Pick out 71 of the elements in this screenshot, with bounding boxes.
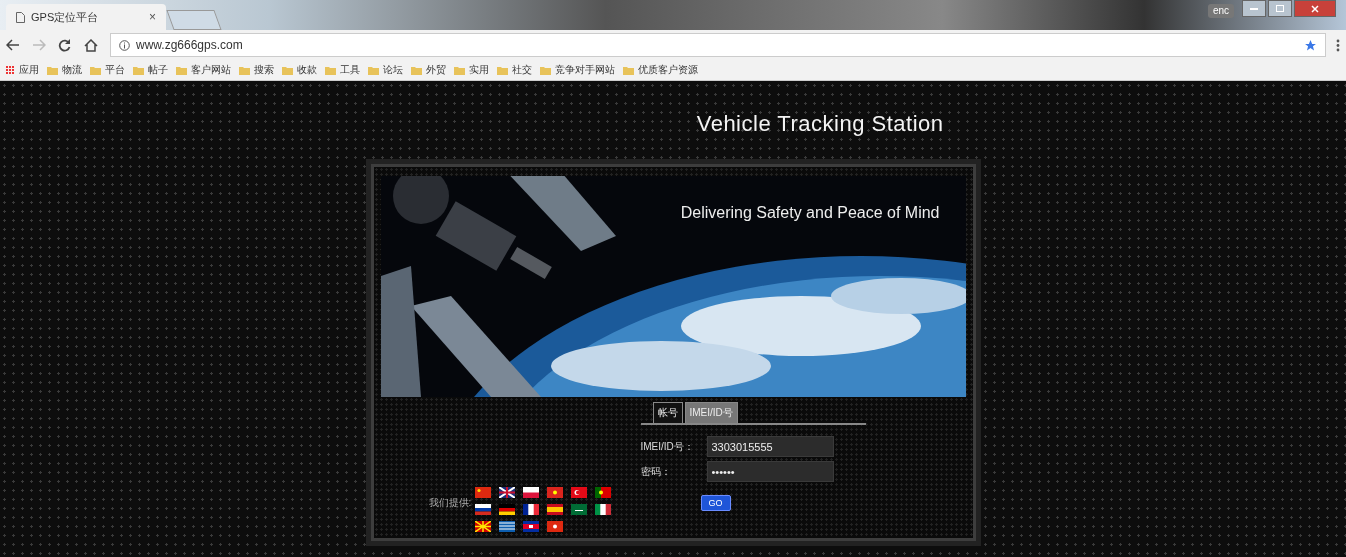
flag-icon[interactable] — [547, 504, 564, 515]
folder-icon — [368, 65, 379, 75]
bookmark[interactable]: 外贸 — [411, 63, 446, 77]
maximize-icon — [1276, 5, 1284, 12]
menu-icon[interactable] — [1336, 38, 1340, 52]
tagline: Delivering Safety and Peace of Mind — [680, 204, 940, 222]
star-icon[interactable] — [1304, 38, 1317, 52]
flag-icon[interactable] — [475, 504, 492, 515]
flag-icon[interactable] — [523, 487, 540, 498]
folder-icon — [133, 65, 144, 75]
password-field[interactable]: •••••• — [706, 461, 834, 482]
home-icon[interactable] — [84, 38, 100, 52]
field-label: IMEI/ID号： — [640, 439, 695, 454]
bookmark[interactable]: 工具 — [325, 63, 360, 77]
folder-icon — [239, 65, 250, 75]
bookmark[interactable]: 论坛 — [368, 63, 403, 77]
address-bar[interactable]: www.zg666gps.com — [110, 33, 1326, 57]
folder-icon — [497, 65, 508, 75]
flag-icon[interactable] — [499, 487, 516, 498]
url-text: www.zg666gps.com — [136, 38, 243, 52]
folder-icon — [454, 65, 465, 75]
flag-icon[interactable] — [595, 504, 612, 515]
flag-icon[interactable] — [475, 487, 492, 498]
maximize-button[interactable] — [1268, 0, 1292, 17]
tab-title: GPS定位平台 — [31, 9, 99, 25]
flag-icon[interactable] — [571, 487, 588, 498]
flag-icon[interactable] — [595, 487, 612, 498]
bookmark[interactable]: 应用 — [6, 63, 39, 77]
id-field[interactable]: 3303015555 — [706, 436, 834, 457]
bookmark[interactable]: 实用 — [454, 63, 489, 77]
folder-icon — [47, 65, 58, 75]
apps-icon — [6, 65, 15, 75]
folder-icon — [176, 65, 187, 75]
flag-icon[interactable] — [523, 504, 540, 515]
bookmark[interactable]: 帖子 — [133, 63, 168, 77]
bookmark[interactable]: 优质客户资源 — [623, 63, 698, 77]
folder-icon — [325, 65, 336, 75]
flag-icon[interactable] — [499, 521, 516, 532]
minimize-button[interactable] — [1242, 0, 1266, 17]
bookmark[interactable]: 搜索 — [239, 63, 274, 77]
site-title: Vehicle Tracking Station — [696, 111, 944, 137]
folder-icon — [282, 65, 293, 75]
close-button[interactable] — [1294, 0, 1336, 17]
folder-icon — [411, 65, 422, 75]
flag-icon[interactable] — [571, 504, 588, 515]
flag-icon[interactable] — [523, 521, 540, 532]
folder-icon — [540, 65, 551, 75]
flag-icon[interactable] — [547, 487, 564, 498]
bookmark[interactable]: 物流 — [47, 63, 82, 77]
folder-icon — [623, 65, 634, 75]
close-icon — [1311, 4, 1319, 13]
back-icon[interactable] — [6, 39, 22, 51]
bookmark[interactable]: 竞争对手网站 — [540, 63, 615, 77]
bookmark[interactable]: 客户网站 — [176, 63, 231, 77]
go-button[interactable]: GO — [700, 495, 731, 511]
browser-tab[interactable]: GPS定位平台 × — [6, 4, 166, 30]
field-label: 密码： — [640, 464, 672, 479]
info-icon — [119, 39, 130, 51]
page-icon — [16, 11, 25, 23]
close-tab-button[interactable]: × — [149, 10, 156, 24]
flag-icon[interactable] — [547, 521, 564, 532]
ime-indicator: enc — [1207, 4, 1234, 18]
flag-icon[interactable] — [499, 504, 516, 515]
bookmark[interactable]: 收款 — [282, 63, 317, 77]
minimize-icon — [1250, 7, 1258, 10]
folder-icon — [90, 65, 101, 75]
login-tab[interactable]: IMEI/ID号 — [684, 402, 738, 423]
bookmark[interactable]: 社交 — [497, 63, 532, 77]
login-tab[interactable]: 帐号 — [652, 402, 683, 423]
bookmark[interactable]: 平台 — [90, 63, 125, 77]
languages-label: 我们提供: — [428, 496, 472, 510]
